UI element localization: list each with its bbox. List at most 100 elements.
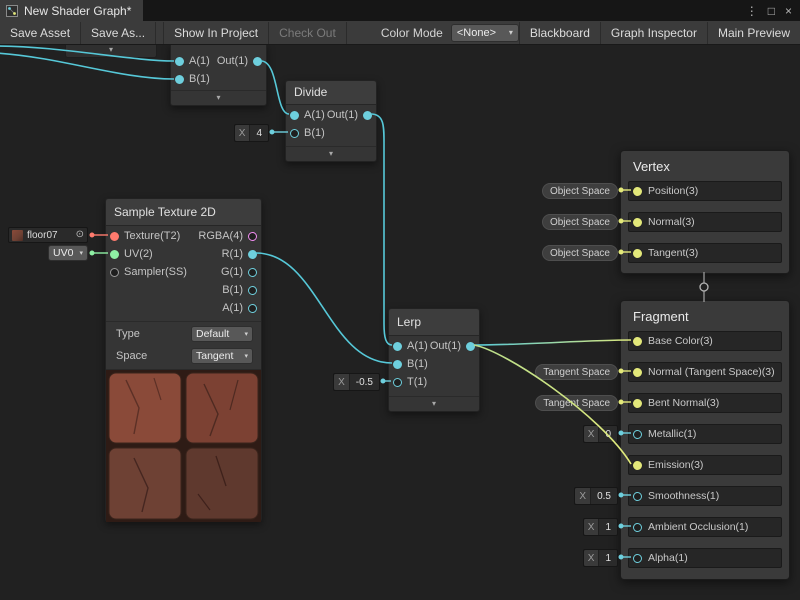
input-port-emission[interactable] xyxy=(633,461,642,470)
alpha-value-field[interactable]: X 1 xyxy=(583,549,618,567)
normal-ts-space-pill[interactable]: Tangent Space xyxy=(535,364,618,380)
divide-node[interactable]: Divide A(1) Out(1) B(1) ▾ xyxy=(285,80,377,162)
field-value[interactable]: 1 xyxy=(599,522,617,533)
output-port-r[interactable] xyxy=(248,250,257,259)
input-port-alpha[interactable] xyxy=(633,554,642,563)
input-port-ambient-occlusion[interactable] xyxy=(633,523,642,532)
save-asset-button[interactable]: Save Asset xyxy=(0,22,81,44)
block-row-label: Smoothness(1) xyxy=(648,490,719,502)
lerp-t-value-field[interactable]: X -0.5 xyxy=(333,373,380,391)
color-mode-label: Color Mode xyxy=(373,26,451,40)
fragment-row-emission[interactable]: Emission(3) xyxy=(628,455,782,475)
vertex-row-tangent[interactable]: Tangent(3) xyxy=(628,243,782,263)
lerp-node[interactable]: Lerp A(1) Out(1) B(1) T(1) ▾ xyxy=(388,308,480,412)
uv-channel-dropdown[interactable]: UV0 ▾ xyxy=(48,245,88,261)
input-port-normal-ts[interactable] xyxy=(633,368,642,377)
input-port-sampler[interactable] xyxy=(110,268,119,277)
main-preview-toggle-button[interactable]: Main Preview xyxy=(707,22,800,44)
input-port-position[interactable] xyxy=(633,187,642,196)
node-collapse-chevron[interactable]: ▾ xyxy=(286,146,376,161)
port-row-b: B(1) xyxy=(290,124,325,142)
smoothness-value-field[interactable]: X 0.5 xyxy=(574,487,618,505)
blackboard-toggle-button[interactable]: Blackboard xyxy=(519,22,600,44)
texture-thumbnail xyxy=(12,230,23,241)
port-label: Out(1) xyxy=(217,55,248,67)
input-port-b[interactable] xyxy=(290,129,299,138)
port-label: A(1) xyxy=(222,302,243,314)
sample-texture-2d-node[interactable]: Sample Texture 2D Texture(T2) UV(2) Samp… xyxy=(105,198,262,522)
input-port-metallic[interactable] xyxy=(633,430,642,439)
collapsed-node-preview-bar[interactable]: ▾ xyxy=(65,44,157,58)
input-port-normal[interactable] xyxy=(633,218,642,227)
maximize-icon[interactable]: □ xyxy=(768,4,775,18)
node-title[interactable]: Lerp xyxy=(389,309,479,336)
output-port[interactable] xyxy=(466,342,475,351)
node-title[interactable]: Sample Texture 2D xyxy=(106,199,261,226)
vertex-row-position[interactable]: Position(3) xyxy=(628,181,782,201)
fragment-row-bent-normal[interactable]: Bent Normal(3) xyxy=(628,393,782,413)
input-port-smoothness[interactable] xyxy=(633,492,642,501)
normal-space-pill[interactable]: Object Space xyxy=(542,214,618,230)
menu-icon[interactable]: ⋮ xyxy=(746,4,758,18)
port-row-t: T(1) xyxy=(393,373,427,391)
fragment-row-smoothness[interactable]: Smoothness(1) xyxy=(628,486,782,506)
output-port-b[interactable] xyxy=(248,286,257,295)
divide-b-value-field[interactable]: X 4 xyxy=(234,124,269,142)
fragment-row-metallic[interactable]: Metallic(1) xyxy=(628,424,782,444)
texture-object-field[interactable]: floor07 ⊙ xyxy=(8,227,88,243)
input-port-a[interactable] xyxy=(393,342,402,351)
field-value[interactable]: 1 xyxy=(599,553,617,564)
close-icon[interactable]: × xyxy=(785,4,792,18)
node-collapse-chevron[interactable]: ▾ xyxy=(389,396,479,411)
tangent-space-pill[interactable]: Object Space xyxy=(542,245,618,261)
input-port-base-color[interactable] xyxy=(633,337,642,346)
fragment-context-block[interactable]: Fragment Base Color(3) Normal (Tangent S… xyxy=(620,300,790,580)
field-value[interactable]: 0.5 xyxy=(591,491,617,502)
chevron-down-icon: ▾ xyxy=(244,330,248,338)
input-port-b[interactable] xyxy=(175,75,184,84)
port-label: RGBA(4) xyxy=(198,230,243,242)
input-port-uv[interactable] xyxy=(110,250,119,259)
color-mode-dropdown[interactable]: <None> ▾ xyxy=(451,24,519,42)
input-port-tangent[interactable] xyxy=(633,249,642,258)
port-row-b: B(1) xyxy=(175,70,210,88)
output-port[interactable] xyxy=(363,111,372,120)
input-port-t[interactable] xyxy=(393,378,402,387)
node-title[interactable]: Divide xyxy=(286,81,376,105)
output-port-g[interactable] xyxy=(248,268,257,277)
fragment-row-ambient-occlusion[interactable]: Ambient Occlusion(1) xyxy=(628,517,782,537)
document-tab[interactable]: New Shader Graph* xyxy=(0,0,143,21)
input-port-b[interactable] xyxy=(393,360,402,369)
bent-normal-space-pill[interactable]: Tangent Space xyxy=(535,395,618,411)
save-as-button[interactable]: Save As... xyxy=(81,22,156,44)
input-port-a[interactable] xyxy=(175,57,184,66)
field-value[interactable]: 0 xyxy=(599,429,617,440)
position-space-pill[interactable]: Object Space xyxy=(542,183,618,199)
object-picker-icon[interactable]: ⊙ xyxy=(76,230,84,240)
type-dropdown[interactable]: Default ▾ xyxy=(191,326,253,342)
output-port-rgba[interactable] xyxy=(248,232,257,241)
graph-inspector-toggle-button[interactable]: Graph Inspector xyxy=(600,22,707,44)
input-port-texture[interactable] xyxy=(110,232,119,241)
field-axis-label: X xyxy=(235,125,251,141)
input-port-a[interactable] xyxy=(290,111,299,120)
ambient-occlusion-value-field[interactable]: X 1 xyxy=(583,518,618,536)
output-port[interactable] xyxy=(253,57,262,66)
space-dropdown[interactable]: Tangent ▾ xyxy=(191,348,253,364)
node-collapse-chevron[interactable]: ▾ xyxy=(171,90,266,105)
port-label: B(1) xyxy=(407,358,428,370)
texture-preview xyxy=(106,369,261,522)
dropdown-value: UV0 xyxy=(53,247,73,259)
field-value[interactable]: 4 xyxy=(250,128,268,139)
output-port-a[interactable] xyxy=(248,304,257,313)
math-node-partial[interactable]: A(1) B(1) Out(1) ▾ xyxy=(170,44,267,106)
fragment-row-alpha[interactable]: Alpha(1) xyxy=(628,548,782,568)
show-in-project-button[interactable]: Show In Project xyxy=(163,22,269,44)
vertex-context-block[interactable]: Vertex Position(3) Normal(3) Tangent(3) xyxy=(620,150,790,274)
fragment-row-base-color[interactable]: Base Color(3) xyxy=(628,331,782,351)
vertex-row-normal[interactable]: Normal(3) xyxy=(628,212,782,232)
field-value[interactable]: -0.5 xyxy=(350,377,379,388)
fragment-row-normal-ts[interactable]: Normal (Tangent Space)(3) xyxy=(628,362,782,382)
metallic-value-field[interactable]: X 0 xyxy=(583,425,618,443)
input-port-bent-normal[interactable] xyxy=(633,399,642,408)
